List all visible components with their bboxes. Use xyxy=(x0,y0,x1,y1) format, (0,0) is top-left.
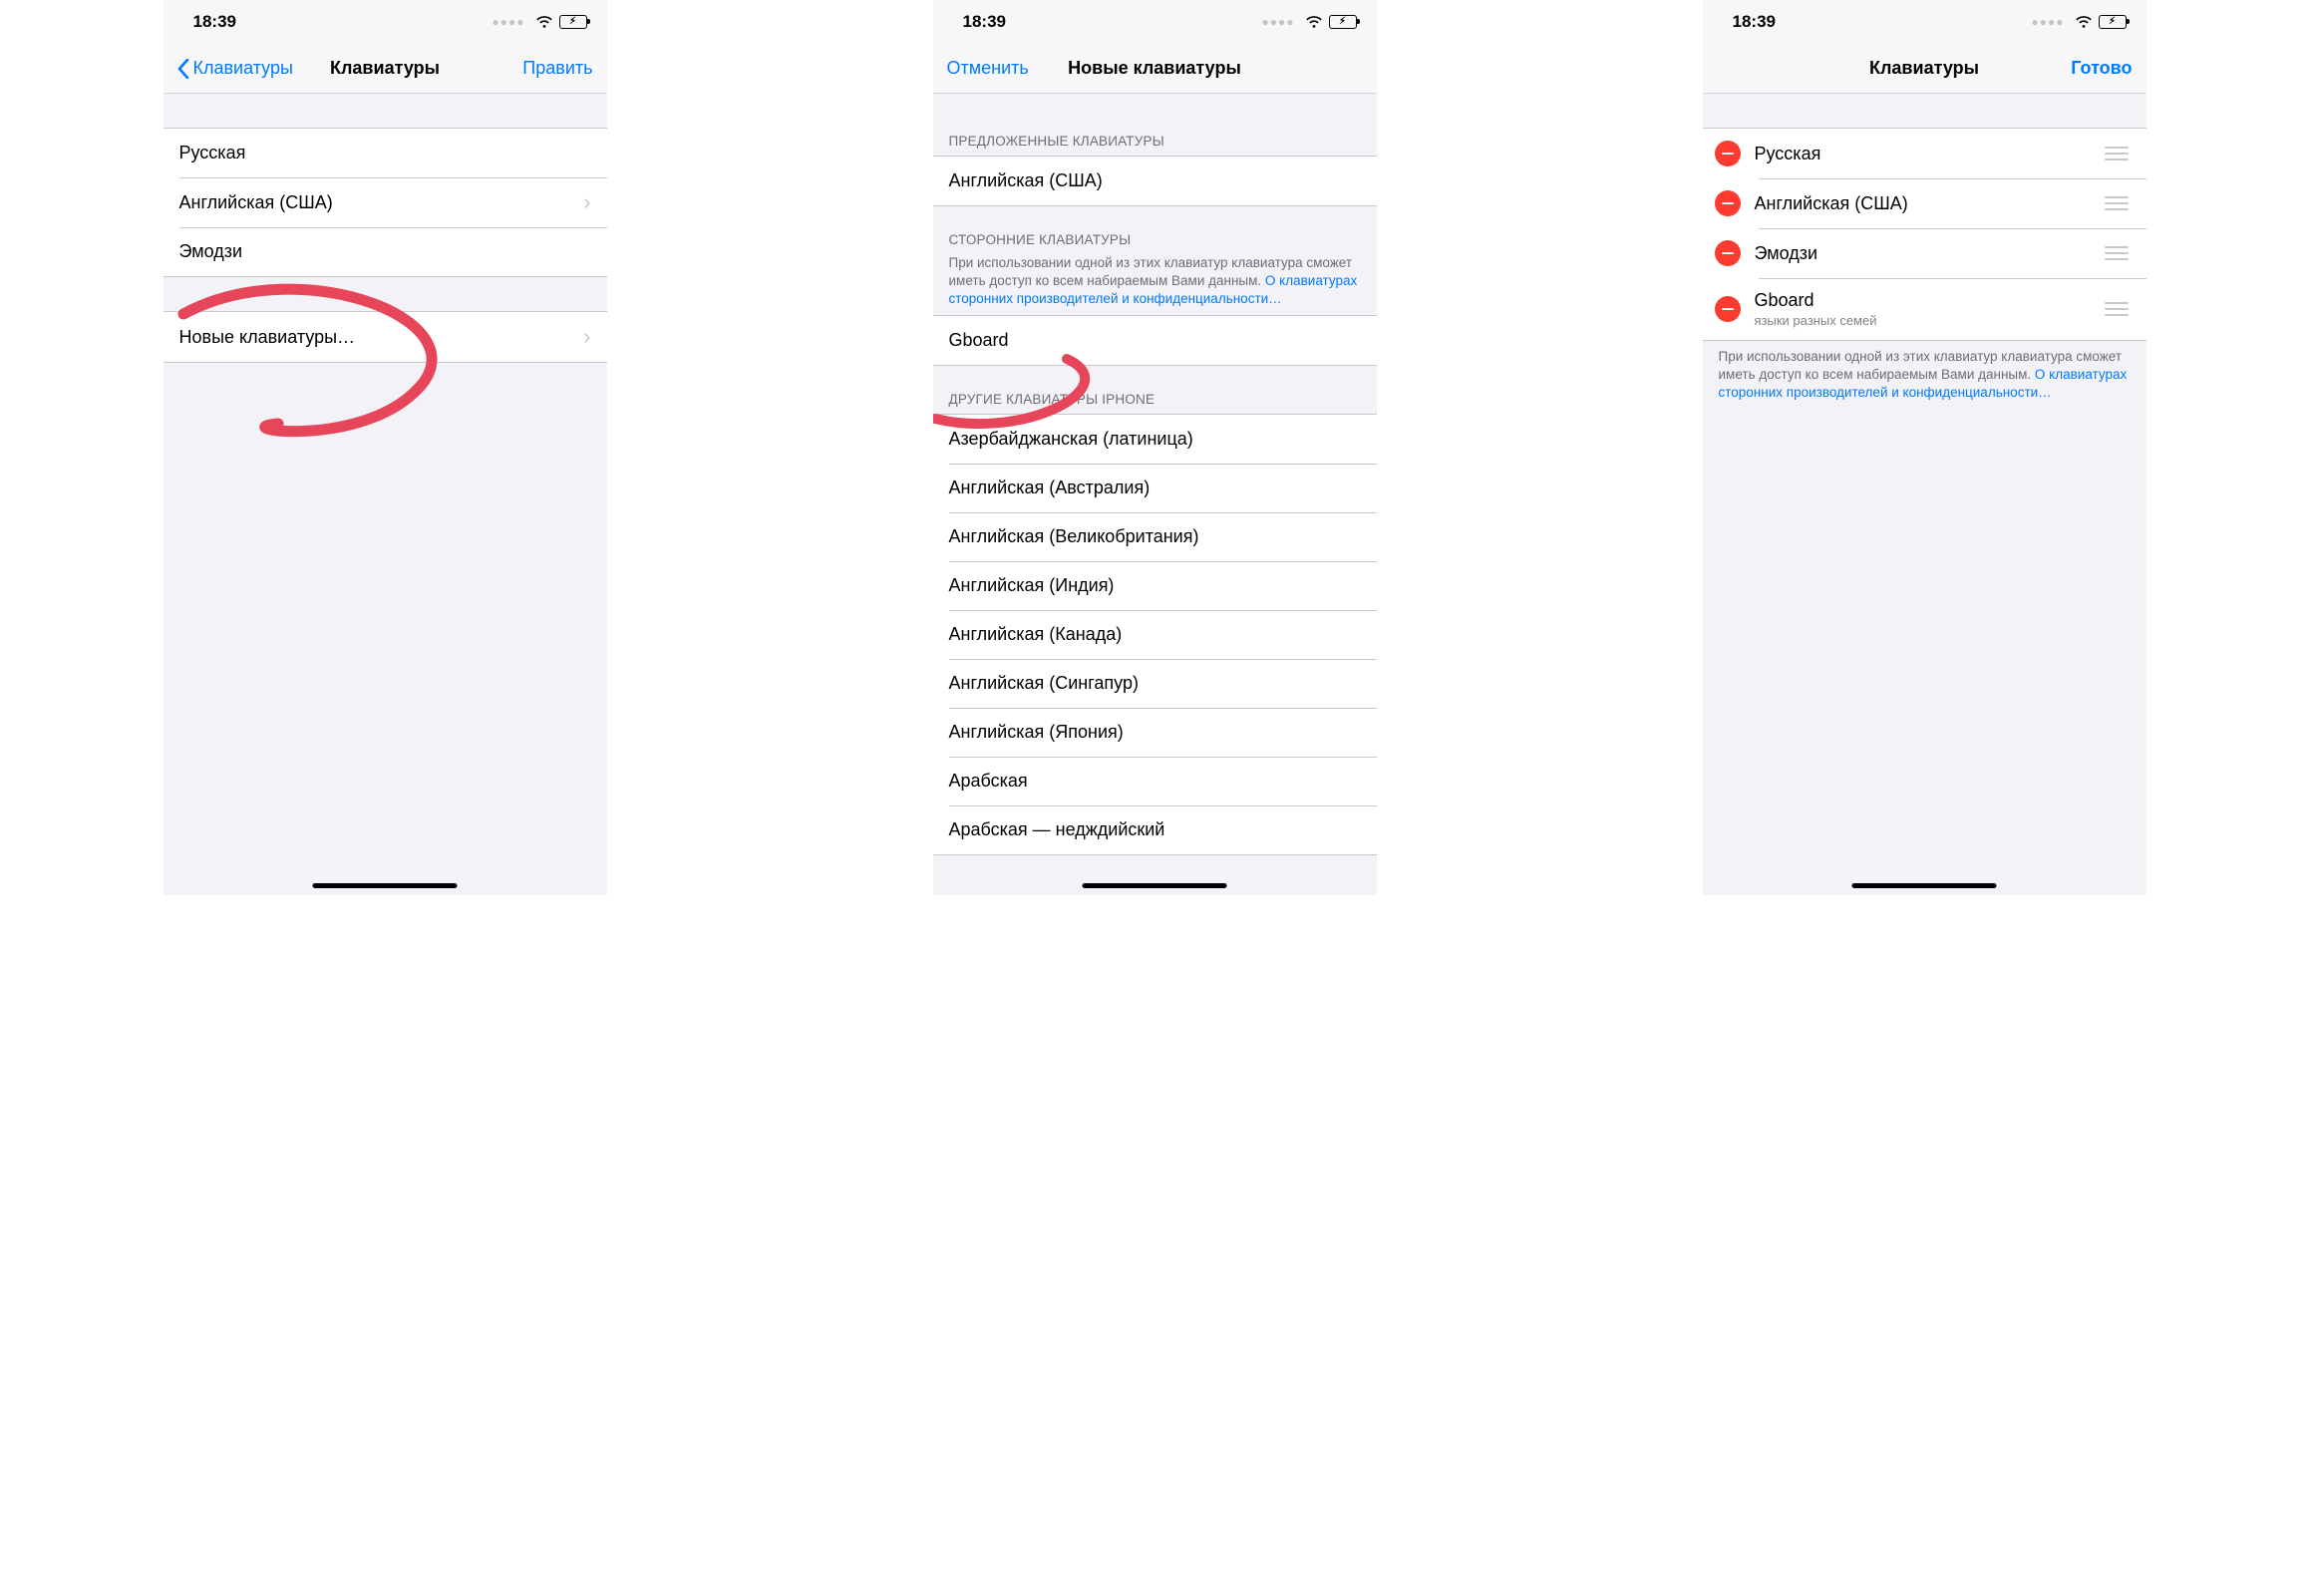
screen-keyboards-edit: 18:39 ●●●● ⚡︎ Клавиатуры Готово Русская … xyxy=(1703,0,2146,895)
keyboard-row[interactable]: Русская xyxy=(164,129,607,177)
edit-keyboard-row[interactable]: Русская xyxy=(1703,129,2146,178)
keyboard-label: Английская (Япония) xyxy=(949,722,1124,743)
keyboard-label: Арабская xyxy=(949,771,1028,792)
status-bar: 18:39 ●●●● ⚡︎ xyxy=(1703,0,2146,44)
keyboard-label: Английская (Индия) xyxy=(949,575,1115,596)
home-indicator[interactable] xyxy=(1083,883,1227,888)
wifi-icon xyxy=(1305,15,1323,29)
keyboard-label: Английская (Великобритания) xyxy=(949,526,1199,547)
keyboard-label: Gboard xyxy=(1755,290,1877,311)
other-keyboard-row[interactable]: Английская (Индия) xyxy=(933,561,1377,610)
installed-list: Русская Английская (США) › Эмодзи xyxy=(164,128,607,277)
cellular-dots-icon: ●●●● xyxy=(493,15,525,29)
other-keyboard-row[interactable]: Английская (Сингапур) xyxy=(933,659,1377,708)
status-bar: 18:39 ●●●● ⚡︎ xyxy=(164,0,607,44)
wifi-icon xyxy=(535,15,553,29)
minus-icon xyxy=(1722,252,1734,255)
keyboard-label: Gboard xyxy=(949,330,1009,351)
edit-button[interactable]: Править xyxy=(522,58,592,79)
wifi-icon xyxy=(2075,15,2093,29)
keyboard-row[interactable]: Эмодзи xyxy=(164,227,607,276)
battery-icon: ⚡︎ xyxy=(559,15,587,29)
cellular-dots-icon: ●●●● xyxy=(1262,15,1295,29)
edit-keyboards-group: Русская Английская (США) Эмодзи Gboard я… xyxy=(1703,128,2146,409)
status-time: 18:39 xyxy=(1733,12,1776,32)
other-keyboard-row[interactable]: Английская (Австралия) xyxy=(933,464,1377,512)
keyboard-label: Азербайджанская (латиница) xyxy=(949,429,1193,450)
minus-icon xyxy=(1722,202,1734,205)
battery-icon: ⚡︎ xyxy=(2099,15,2127,29)
keyboard-label: Английская (Канада) xyxy=(949,624,1123,645)
nav-bar: Отменить Новые клавиатуры xyxy=(933,44,1377,94)
third-party-group: СТОРОННИЕ КЛАВИАТУРЫ При использовании о… xyxy=(933,226,1377,366)
installed-keyboards-group: Русская Английская (США) › Эмодзи xyxy=(164,128,607,277)
status-time: 18:39 xyxy=(193,12,236,32)
reorder-handle[interactable] xyxy=(2105,147,2131,161)
third-party-keyboard-row[interactable]: Gboard xyxy=(933,316,1377,365)
keyboard-label: Английская (Австралия) xyxy=(949,478,1151,498)
keyboard-label: Русская xyxy=(179,143,246,163)
other-keyboards-list: Азербайджанская (латиница) Английская (А… xyxy=(933,414,1377,855)
add-keyboard-group: Новые клавиатуры… › xyxy=(164,311,607,363)
screen-add-keyboard: 18:39 ●●●● ⚡︎ Отменить Новые клавиатуры … xyxy=(933,0,1377,895)
keyboard-label: Английская (Сингапур) xyxy=(949,673,1139,694)
suggested-group: ПРЕДЛОЖЕННЫЕ КЛАВИАТУРЫ Английская (США) xyxy=(933,128,1377,206)
edit-keyboard-row[interactable]: Английская (США) xyxy=(1703,178,2146,228)
other-keyboard-row[interactable]: Английская (Великобритания) xyxy=(933,512,1377,561)
other-group: ДРУГИЕ КЛАВИАТУРЫ IPHONE Азербайджанская… xyxy=(933,386,1377,855)
keyboard-label: Эмодзи xyxy=(1755,243,1818,264)
status-bar: 18:39 ●●●● ⚡︎ xyxy=(933,0,1377,44)
keyboard-label: Эмодзи xyxy=(179,241,243,262)
delete-button[interactable] xyxy=(1715,296,1741,322)
screen-keyboards-list: 18:39 ●●●● ⚡︎ Клавиатуры Клавиатуры Прав… xyxy=(164,0,607,895)
keyboard-label: Английская (США) xyxy=(949,170,1103,191)
keyboard-label: Английская (США) xyxy=(179,192,333,213)
delete-button[interactable] xyxy=(1715,141,1741,166)
add-keyboard-label: Новые клавиатуры… xyxy=(179,327,356,348)
edit-keyboard-row[interactable]: Gboard языки разных семей xyxy=(1703,278,2146,340)
home-indicator[interactable] xyxy=(1852,883,1997,888)
delete-button[interactable] xyxy=(1715,240,1741,266)
status-time: 18:39 xyxy=(963,12,1006,32)
reorder-handle[interactable] xyxy=(2105,196,2131,211)
chevron-left-icon xyxy=(177,59,189,79)
chevron-right-icon: › xyxy=(583,324,590,350)
back-label: Клавиатуры xyxy=(193,58,293,79)
section-header: СТОРОННИЕ КЛАВИАТУРЫ xyxy=(933,226,1377,254)
section-header: ДРУГИЕ КЛАВИАТУРЫ IPHONE xyxy=(933,386,1377,414)
other-keyboard-row[interactable]: Арабская — недждийский xyxy=(933,805,1377,854)
chevron-right-icon: › xyxy=(583,189,590,215)
keyboard-sublabel: языки разных семей xyxy=(1755,313,1877,328)
home-indicator[interactable] xyxy=(313,883,458,888)
other-keyboard-row[interactable]: Английская (Канада) xyxy=(933,610,1377,659)
minus-icon xyxy=(1722,153,1734,156)
cellular-dots-icon: ●●●● xyxy=(2032,15,2065,29)
section-header: ПРЕДЛОЖЕННЫЕ КЛАВИАТУРЫ xyxy=(933,128,1377,156)
section-footer: При использовании одной из этих клавиату… xyxy=(933,254,1377,315)
delete-button[interactable] xyxy=(1715,190,1741,216)
keyboard-row[interactable]: Английская (США) › xyxy=(164,177,607,227)
back-button[interactable]: Клавиатуры xyxy=(177,58,293,79)
other-keyboard-row[interactable]: Арабская xyxy=(933,757,1377,805)
section-footer: При использовании одной из этих клавиату… xyxy=(1703,341,2146,409)
keyboard-label: Английская (США) xyxy=(1755,193,1908,214)
nav-bar: Клавиатуры Клавиатуры Править xyxy=(164,44,607,94)
battery-icon: ⚡︎ xyxy=(1329,15,1357,29)
reorder-handle[interactable] xyxy=(2105,302,2131,317)
cancel-button[interactable]: Отменить xyxy=(947,58,1029,79)
keyboard-label: Арабская — недждийский xyxy=(949,819,1165,840)
add-keyboard-row[interactable]: Новые клавиатуры… › xyxy=(164,312,607,362)
reorder-handle[interactable] xyxy=(2105,246,2131,261)
edit-keyboard-row[interactable]: Эмодзи xyxy=(1703,228,2146,278)
other-keyboard-row[interactable]: Азербайджанская (латиница) xyxy=(933,415,1377,464)
other-keyboard-row[interactable]: Английская (Япония) xyxy=(933,708,1377,757)
done-button[interactable]: Готово xyxy=(2071,58,2132,79)
minus-icon xyxy=(1722,308,1734,311)
nav-bar: Клавиатуры Готово xyxy=(1703,44,2146,94)
keyboard-label: Русская xyxy=(1755,144,1821,164)
suggested-keyboard-row[interactable]: Английская (США) xyxy=(933,157,1377,205)
